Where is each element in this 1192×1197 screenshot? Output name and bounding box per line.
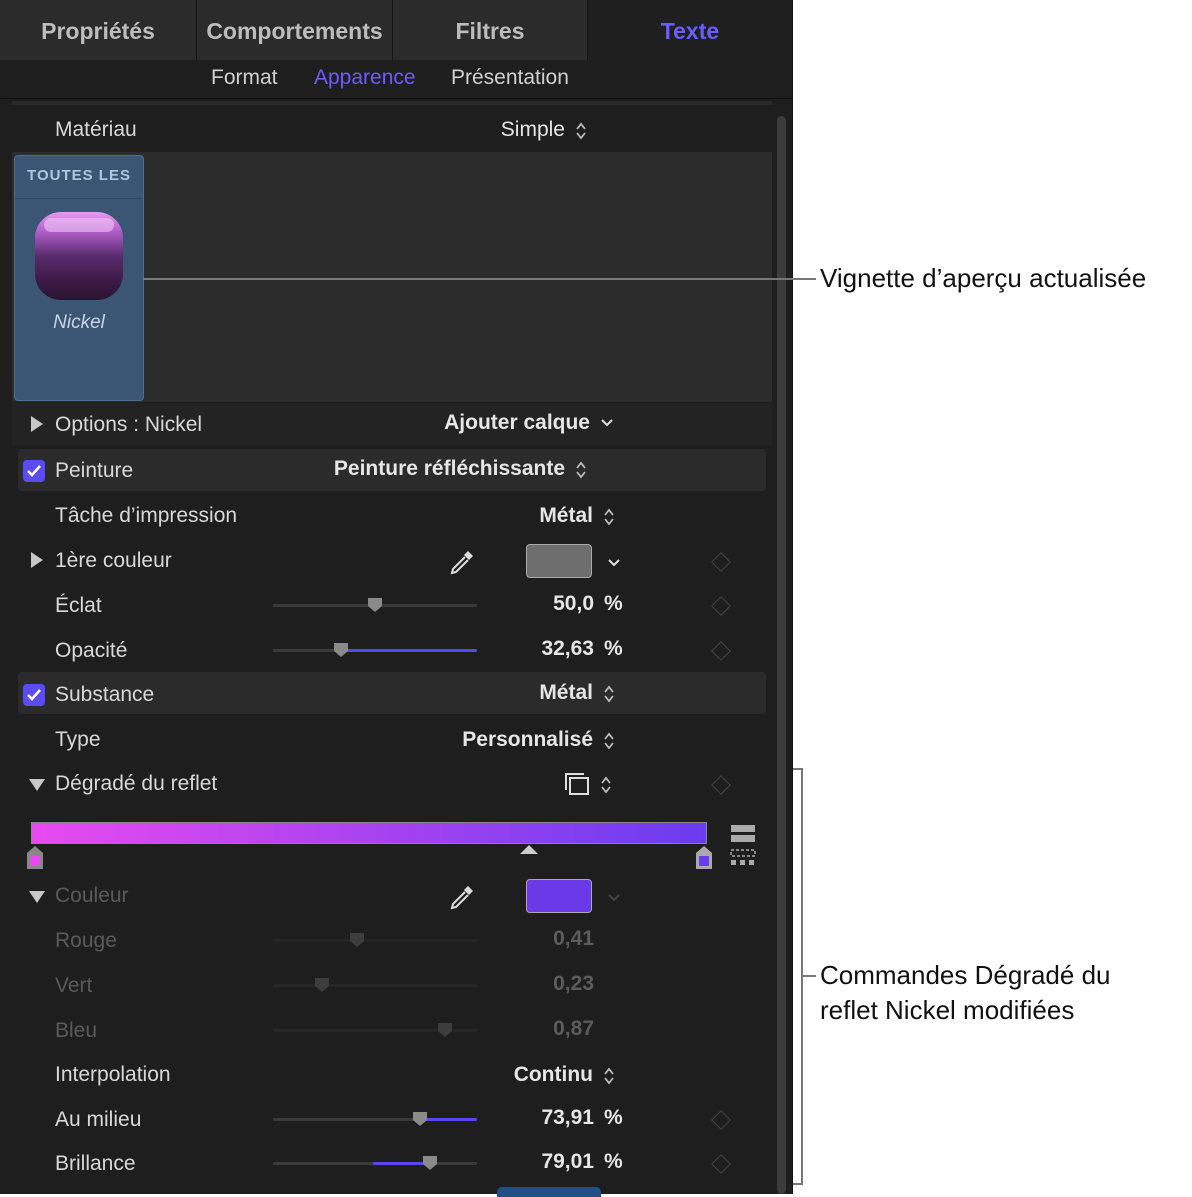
callout-gradient-line1: Commandes Dégradé du — [820, 960, 1111, 990]
callout-gradient-line2: reflet Nickel modifiées — [820, 995, 1075, 1025]
callout-preview: Vignette d’aperçu actualisée — [820, 263, 1147, 293]
